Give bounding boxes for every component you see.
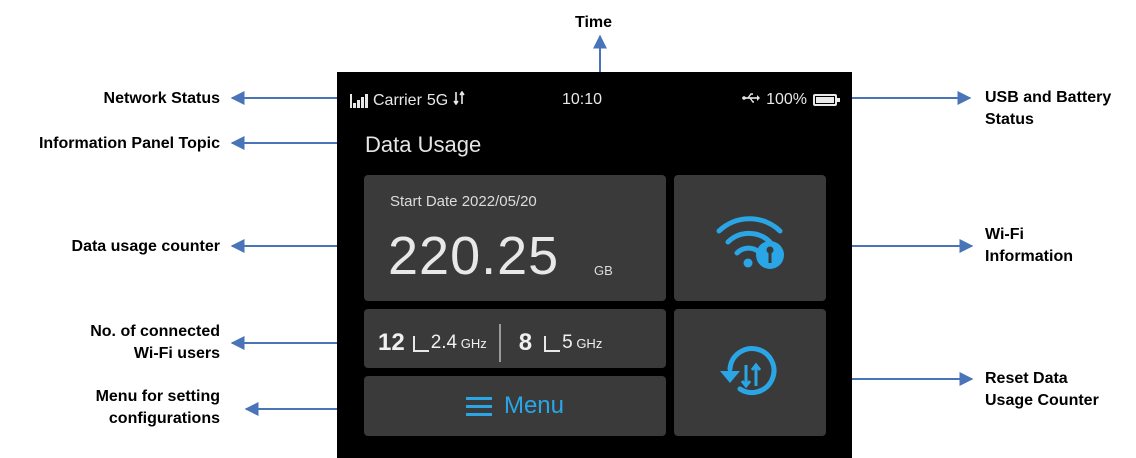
usage-value: 220.25 (388, 226, 560, 286)
callout-connected-users-line1: No. of connected (90, 323, 220, 340)
band1-user-count: 12 (378, 329, 405, 356)
status-time: 10:10 (562, 91, 603, 108)
callout-info-panel-topic: Information Panel Topic (38, 135, 220, 152)
callout-reset-line1: Reset Data (985, 370, 1068, 387)
callout-usb-battery-line1: USB and Battery (985, 89, 1112, 106)
callout-menu: Menu for setting configurations (20, 386, 220, 430)
band1-label: 2.4 GHz (430, 332, 487, 353)
device-icon (544, 336, 561, 352)
band2-label: 5 GHz (562, 332, 603, 353)
wifi-info-button[interactable] (674, 175, 826, 301)
data-usage-tile: Start Date 2022/05/20 220.25 GB (364, 175, 666, 301)
callout-wifi-info-line2: Information (985, 248, 1073, 265)
menu-button[interactable]: Menu (364, 376, 666, 436)
device-screen: Carrier 5G 10:10 100% Data Usage Start D… (337, 72, 852, 458)
menu-label: Menu (503, 392, 565, 419)
callout-usb-battery: USB and Battery Status (985, 87, 1135, 131)
callout-usb-battery-line2: Status (985, 111, 1034, 128)
usage-start-date: Start Date 2022/05/20 (390, 193, 537, 210)
battery-icon (813, 94, 840, 106)
callout-wifi-info-line1: Wi-Fi (985, 226, 1024, 243)
signal-icon (350, 93, 368, 108)
callout-connected-users-line2: Wi-Fi users (133, 345, 220, 362)
device-icon (412, 336, 429, 352)
reset-usage-button[interactable] (674, 309, 826, 436)
band-divider (498, 324, 501, 362)
status-bar: Carrier 5G 10:10 100% (337, 72, 852, 124)
band2-user-count: 8 (518, 329, 533, 356)
usage-unit: GB (594, 263, 613, 278)
connected-users-row: 12 2.4 GHz 8 5 GHz (378, 324, 602, 362)
battery-percent: 100% (766, 91, 807, 108)
callout-menu-line2: configurations (108, 410, 220, 427)
hamburger-icon (465, 397, 492, 416)
callout-data-usage-counter: Data usage counter (71, 238, 220, 255)
callout-reset-line2: Usage Counter (985, 392, 1099, 409)
usb-icon (742, 91, 761, 109)
panel-title: Data Usage (365, 132, 482, 157)
network-type: 5G (426, 91, 449, 109)
wifi-key-icon (716, 216, 784, 269)
network-status: Carrier 5G (350, 90, 465, 110)
reset-icon (720, 346, 777, 395)
callout-connected-users: No. of connected Wi-Fi users (20, 321, 220, 365)
callout-wifi-info: Wi-Fi Information (985, 224, 1125, 268)
callout-menu-line1: Menu for setting (95, 388, 220, 405)
usb-battery-status: 100% (742, 91, 840, 109)
carrier-name: Carrier (373, 91, 422, 109)
callout-reset: Reset Data Usage Counter (985, 368, 1135, 412)
data-transfer-icon (453, 90, 465, 110)
callout-time: Time (575, 14, 613, 31)
callout-network-status: Network Status (103, 90, 220, 107)
connected-users-tile: 12 2.4 GHz 8 5 GHz (364, 309, 666, 368)
